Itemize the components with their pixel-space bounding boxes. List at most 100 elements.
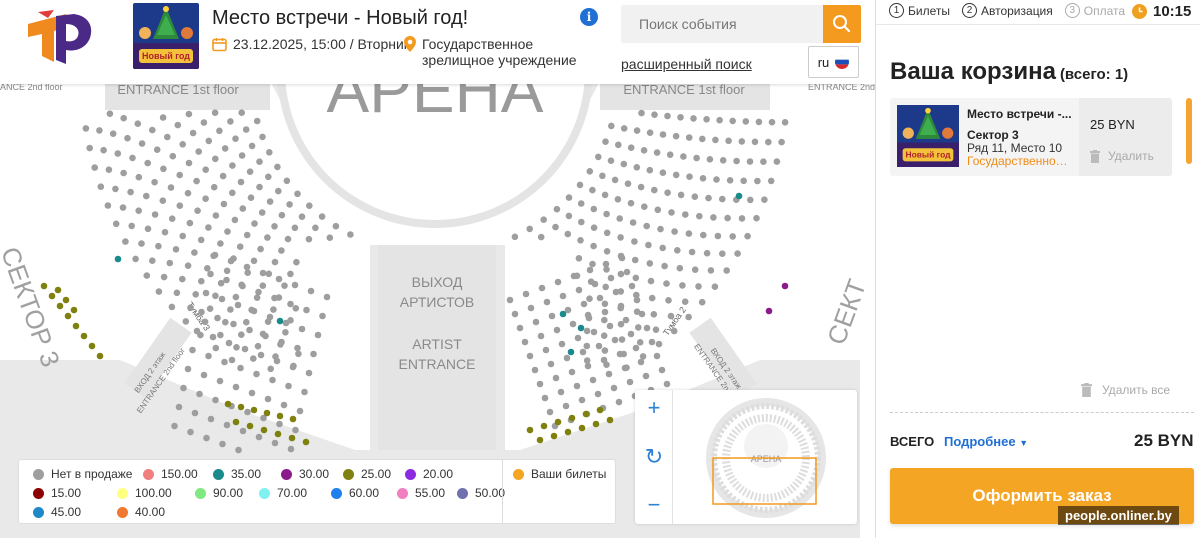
seat[interactable] [112,220,120,228]
seat[interactable] [202,166,209,173]
seat[interactable] [542,346,550,354]
seat[interactable] [672,171,680,179]
seat[interactable] [559,310,567,318]
seat[interactable] [620,125,628,132]
seat[interactable] [666,151,674,158]
seat[interactable] [288,434,296,442]
zoom-in-button[interactable]: + [635,390,673,426]
seat[interactable] [244,408,251,416]
seat[interactable] [234,301,242,309]
seat[interactable] [699,175,707,182]
seat[interactable] [651,186,658,194]
seat[interactable] [257,245,264,253]
seat[interactable] [738,138,746,145]
seat[interactable] [205,137,213,145]
seat[interactable] [693,154,700,162]
seat[interactable] [582,410,590,418]
seat[interactable] [536,436,544,444]
seat[interactable] [149,126,156,134]
seat[interactable] [184,262,192,270]
seat[interactable] [219,172,227,180]
seat[interactable] [257,351,265,359]
seat[interactable] [589,260,596,268]
seat[interactable] [166,259,174,267]
seat[interactable] [574,334,582,342]
seat[interactable] [237,403,245,411]
seat[interactable] [586,168,594,175]
seat[interactable] [568,368,576,376]
seat[interactable] [319,312,326,320]
seat[interactable] [241,345,249,353]
seat[interactable] [668,209,675,216]
seat[interactable] [664,189,671,196]
seat[interactable] [294,344,301,352]
cart-scrollbar[interactable] [1186,98,1192,164]
seat[interactable] [186,219,194,227]
seat[interactable] [652,326,660,334]
seat[interactable] [526,352,534,360]
seat[interactable] [96,352,104,360]
seat[interactable] [699,135,706,143]
seat[interactable] [185,110,193,118]
seat[interactable] [189,346,196,354]
seat[interactable] [685,134,693,141]
seat[interactable] [577,200,585,207]
seat[interactable] [632,344,640,352]
seat[interactable] [228,356,236,364]
seat[interactable] [680,153,687,160]
seat[interactable] [232,383,240,391]
seat[interactable] [182,318,190,325]
seat[interactable] [143,272,151,279]
seat[interactable] [707,267,715,274]
seat[interactable] [179,141,186,148]
seat[interactable] [276,412,284,420]
seat[interactable] [540,422,548,430]
seat[interactable] [202,289,210,297]
seat[interactable] [217,331,224,339]
seat[interactable] [239,427,247,435]
seat[interactable] [200,371,208,379]
seat[interactable] [506,296,514,304]
seat[interactable] [755,118,763,126]
seat[interactable] [306,202,313,209]
seat[interactable] [711,283,719,291]
seat[interactable] [326,234,334,241]
seat[interactable] [197,236,205,244]
seat[interactable] [248,142,256,150]
seat[interactable] [250,355,257,362]
seat[interactable] [258,209,266,216]
seat[interactable] [207,415,215,423]
seat[interactable] [278,247,285,254]
seat[interactable] [221,145,229,152]
seat[interactable] [646,260,654,267]
step-tickets[interactable]: 1 Билеты [889,3,950,18]
seat[interactable] [104,202,112,209]
event-poster[interactable]: Новый год [133,3,199,69]
seat[interactable] [192,291,199,298]
seat[interactable] [212,292,219,300]
seat[interactable] [286,201,293,208]
seat[interactable] [305,235,313,243]
seat[interactable] [155,288,163,295]
seat[interactable] [511,233,519,241]
seat[interactable] [568,414,576,422]
seat[interactable] [729,117,736,125]
seat[interactable] [287,270,294,278]
seat[interactable] [617,234,624,241]
seat[interactable] [615,398,623,406]
seat[interactable] [282,319,290,327]
seat[interactable] [615,141,622,149]
seat[interactable] [712,136,719,144]
seat[interactable] [232,293,240,301]
seat[interactable] [48,292,56,300]
seat[interactable] [194,207,201,214]
seat[interactable] [577,237,584,244]
seat[interactable] [210,183,218,191]
seat[interactable] [203,434,210,442]
seat[interactable] [224,400,232,408]
seat[interactable] [620,160,628,168]
seat[interactable] [176,202,184,209]
seat[interactable] [586,266,594,274]
event-venue[interactable]: Государственное зрелищное учреждение [404,36,592,68]
seat[interactable] [714,232,722,240]
